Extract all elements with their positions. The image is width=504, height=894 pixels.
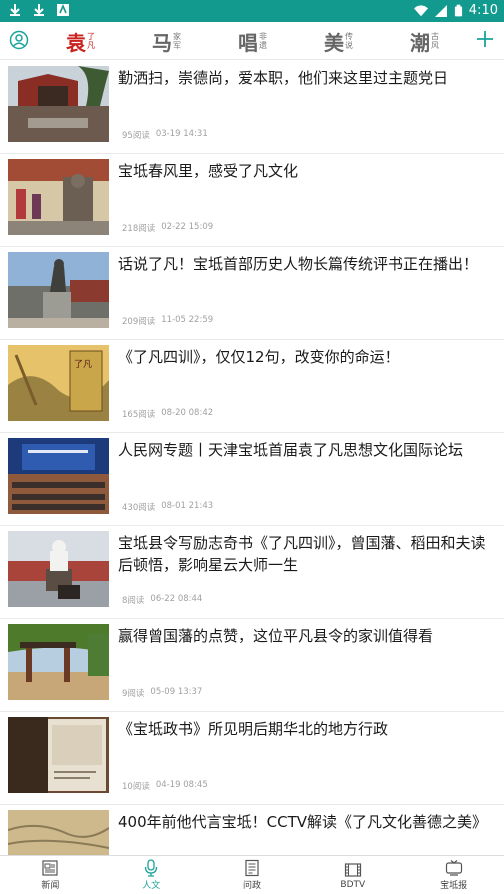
news-title: 话说了凡！宝坻首部历史人物长篇传统评书正在播出！ [118, 255, 479, 273]
news-item[interactable]: 宝坻县令写励志奇书《了凡四训》，曾国藩、稻田和夫读后顿悟，影响星云大师一生 8阅… [0, 526, 504, 619]
microphone-icon [145, 859, 158, 877]
category-sub-chars: 非遗 [259, 32, 267, 50]
tab-inquiry[interactable]: 问政 [202, 856, 303, 894]
news-meta: 165阅读 08-20 08:42 [122, 408, 213, 420]
news-meta: 8阅读 06-22 08:44 [122, 594, 202, 606]
category-sub-chars: 传说 [345, 32, 353, 50]
news-title: 勤洒扫，崇德尚，爱本职，他们来这里过主题党日 [118, 69, 449, 87]
svg-text:了凡: 了凡 [74, 359, 92, 370]
news-item[interactable]: 《宝坻政书》所见明后期华北的地方行政 10阅读 04-19 08:45 [0, 712, 504, 805]
news-item[interactable]: 人民网专题丨天津宝坻首届袁了凡思想文化国际论坛 430阅读 08-01 21:43 [0, 433, 504, 526]
news-thumbnail: 了凡 [8, 345, 109, 421]
user-icon[interactable] [9, 30, 29, 50]
read-count: 10阅读 [122, 782, 150, 792]
tv-icon [445, 860, 462, 876]
tab-bdtv[interactable]: BDTV [302, 856, 403, 894]
news-meta: 10阅读 04-19 08:45 [122, 780, 208, 792]
publish-date: 06-22 08:44 [150, 594, 203, 604]
category-tab-yuan[interactable]: 袁 了凡 [66, 26, 95, 56]
news-item[interactable]: 宝坻春风里，感受了凡文化 218阅读 02-22 15:09 [0, 154, 504, 247]
wifi-icon [413, 4, 428, 16]
news-item[interactable]: 400年前他代言宝坻！CCTV解读《了凡文化善德之美》 [0, 805, 504, 855]
publish-date: 03-19 14:31 [155, 129, 208, 139]
status-time: 4:10 [468, 3, 498, 18]
category-sub-chars: 家军 [173, 32, 181, 50]
tab-label: 问政 [242, 881, 261, 891]
category-tab-ma[interactable]: 马 家军 [152, 26, 181, 56]
news-thumbnail [8, 531, 109, 607]
news-thumbnail [8, 438, 109, 514]
signal-icon [434, 4, 447, 17]
read-count: 95阅读 [122, 131, 150, 141]
news-title: 宝坻春风里，感受了凡文化 [118, 162, 299, 180]
news-list: 勤洒扫，崇德尚，爱本职，他们来这里过主题党日 95阅读 03-19 14:31 宝… [0, 61, 504, 855]
news-item[interactable]: 赢得曾国藩的点赞，这位平凡县令的家训值得看 9阅读 05-09 13:37 [0, 619, 504, 712]
tab-label: BDTV [340, 879, 366, 890]
category-main-char: 潮 [410, 30, 430, 55]
newspaper-icon [42, 860, 58, 876]
status-bar: 4:10 [0, 0, 504, 22]
news-thumbnail [8, 717, 109, 793]
news-thumbnail [8, 810, 109, 855]
news-title: 赢得曾国藩的点赞，这位平凡县令的家训值得看 [118, 627, 434, 645]
news-title: 400年前他代言宝坻！CCTV解读《了凡文化善德之美》 [118, 813, 488, 831]
tab-culture[interactable]: 人文 [101, 856, 202, 894]
news-title: 《宝坻政书》所见明后期华北的地方行政 [118, 720, 389, 738]
battery-icon [454, 4, 462, 16]
document-icon [245, 859, 259, 877]
read-count: 430阅读 [122, 503, 156, 513]
news-meta: 9阅读 05-09 13:37 [122, 687, 202, 699]
publish-date: 08-01 21:43 [161, 501, 214, 511]
category-nav: 袁 了凡 马 家军 唱 非遗 美 传说 潮 古风 [0, 22, 504, 60]
read-count: 218阅读 [122, 224, 156, 234]
category-tabs: 袁 了凡 马 家军 唱 非遗 美 传说 潮 古风 [50, 22, 462, 60]
read-count: 9阅读 [122, 689, 145, 699]
publish-date: 02-22 15:09 [161, 222, 214, 232]
news-item[interactable]: 勤洒扫，崇德尚，爱本职，他们来这里过主题党日 95阅读 03-19 14:31 [0, 61, 504, 154]
news-item[interactable]: 了凡 《了凡四训》，仅仅12句，改变你的命运！ 165阅读 08-20 08:42 [0, 340, 504, 433]
tab-label: 宝坻报 [440, 881, 468, 891]
news-meta: 430阅读 08-01 21:43 [122, 501, 213, 513]
publish-date: 05-09 13:37 [150, 687, 203, 697]
download-icon [10, 4, 20, 16]
tab-label: 新闻 [41, 881, 60, 891]
category-main-char: 袁 [66, 30, 86, 55]
publish-date: 08-20 08:42 [161, 408, 214, 418]
news-meta: 209阅读 11-05 22:59 [122, 315, 213, 327]
tab-label: 人文 [142, 881, 161, 891]
news-item[interactable]: 话说了凡！宝坻首部历史人物长篇传统评书正在播出！ 209阅读 11-05 22:5… [0, 247, 504, 340]
tab-newspaper[interactable]: 宝坻报 [403, 856, 504, 894]
news-thumbnail [8, 252, 109, 328]
tab-news[interactable]: 新闻 [0, 856, 101, 894]
category-main-char: 唱 [238, 30, 258, 55]
category-sub-chars: 古风 [431, 32, 439, 50]
category-tab-chao[interactable]: 潮 古风 [410, 26, 439, 56]
news-thumbnail [8, 159, 109, 235]
news-title: 宝坻县令写励志奇书《了凡四训》，曾国藩、稻田和夫读后顿悟，影响星云大师一生 [118, 534, 486, 574]
notification-app-icon [57, 3, 69, 16]
read-count: 165阅读 [122, 410, 156, 420]
download-icon [34, 4, 44, 16]
news-thumbnail [8, 66, 109, 142]
read-count: 209阅读 [122, 317, 156, 327]
bottom-tab-bar: 新闻 人文 问政 BDTV 宝坻报 [0, 855, 504, 894]
category-sub-chars: 了凡 [87, 32, 95, 50]
add-category-icon[interactable] [474, 28, 496, 50]
category-main-char: 美 [324, 30, 344, 55]
category-main-char: 马 [152, 30, 172, 55]
news-thumbnail [8, 624, 109, 700]
category-tab-mei[interactable]: 美 传说 [324, 26, 353, 56]
read-count: 8阅读 [122, 596, 145, 606]
category-tab-chang[interactable]: 唱 非遗 [238, 26, 267, 56]
news-meta: 95阅读 03-19 14:31 [122, 129, 208, 141]
publish-date: 11-05 22:59 [161, 315, 214, 325]
news-meta: 218阅读 02-22 15:09 [122, 222, 213, 234]
news-title: 人民网专题丨天津宝坻首届袁了凡思想文化国际论坛 [118, 441, 464, 459]
publish-date: 04-19 08:45 [155, 780, 208, 790]
film-icon [344, 862, 361, 877]
news-title: 《了凡四训》，仅仅12句，改变你的命运！ [118, 348, 400, 366]
